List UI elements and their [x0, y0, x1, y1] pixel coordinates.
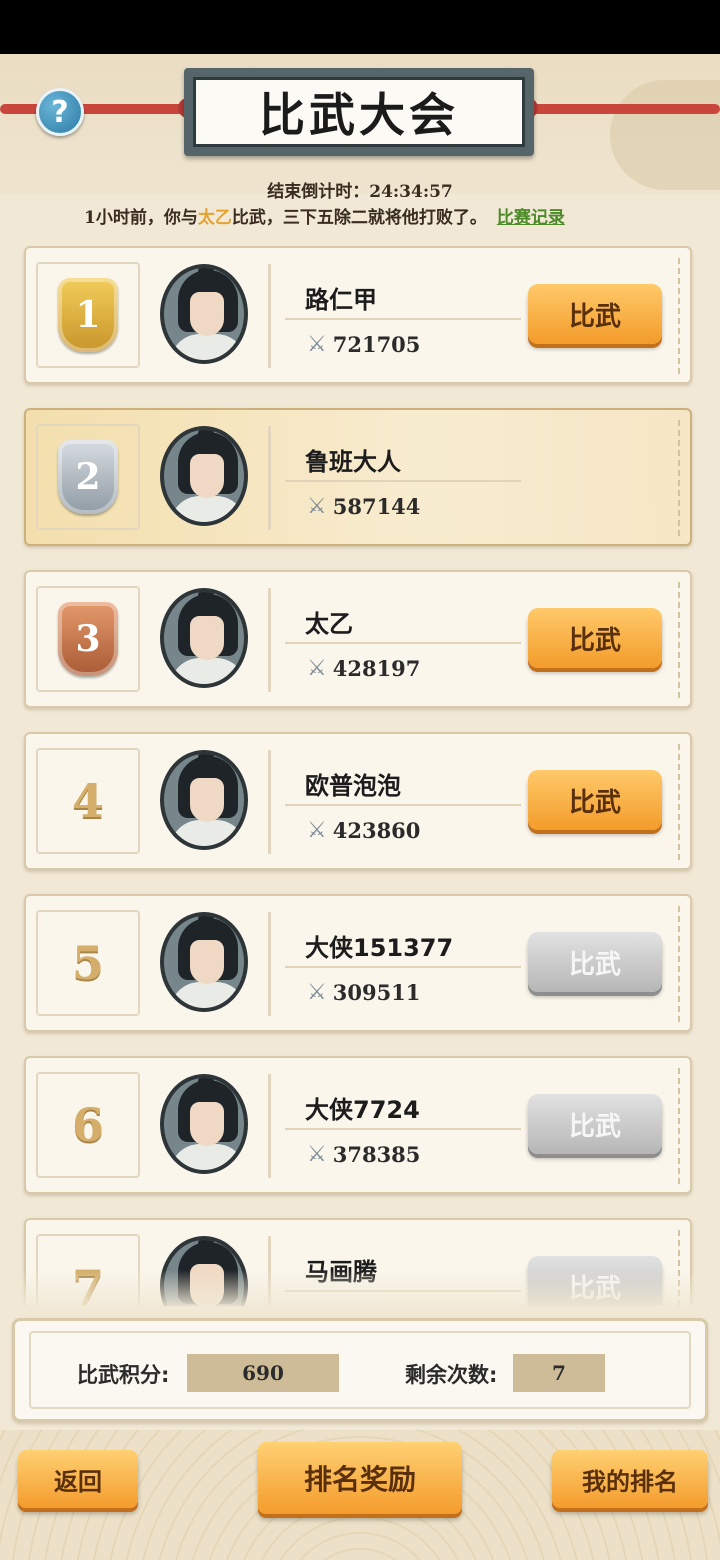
crossed-swords-icon: ⚔ — [307, 655, 327, 681]
rank-box: 4 — [36, 748, 140, 854]
player-name: 大侠7724 — [305, 1096, 420, 1124]
ranking-row: 4 欧普泡泡 ⚔ 423860 比武 — [24, 732, 692, 870]
gold-medal-icon: 1 — [58, 278, 118, 352]
stats-panel: 比武积分: 690 剩余次数: 7 — [12, 1318, 708, 1422]
ranking-rewards-button[interactable]: 排名奖励 — [258, 1442, 462, 1514]
avatar[interactable] — [160, 264, 248, 364]
player-name: 鲁班大人 — [305, 448, 401, 476]
player-name: 大侠151377 — [305, 934, 454, 962]
my-rank-button[interactable]: 我的排名 — [552, 1450, 708, 1508]
rank-number: 2 — [75, 456, 101, 498]
card-edge-decoration — [678, 258, 692, 374]
fight-button[interactable]: 比武 — [528, 608, 662, 668]
crossed-swords-icon: ⚔ — [307, 493, 327, 519]
name-panel: 太乙 ⚔ 428197 — [268, 588, 522, 692]
card-edge-decoration — [678, 906, 692, 1022]
crossed-swords-icon: ⚔ — [307, 1141, 327, 1167]
match-record-link[interactable]: 比赛记录 — [497, 208, 565, 228]
combat-power: ⚔ 428197 — [307, 656, 420, 681]
remaining-value: 7 — [513, 1354, 605, 1392]
ranking-row: 6 大侠7724 ⚔ 378385 比武 — [24, 1056, 692, 1194]
ranking-row: 5 大侠151377 ⚔ 309511 比武 — [24, 894, 692, 1032]
card-edge-decoration — [678, 744, 692, 860]
combat-power: ⚔ 423860 — [307, 818, 420, 843]
rank-number: 5 — [71, 936, 104, 990]
combat-power: ⚔ 378385 — [307, 1142, 420, 1167]
title-inner: 比武大会 — [193, 77, 525, 147]
rank-number: 4 — [71, 774, 104, 828]
power-value: 587144 — [332, 494, 421, 519]
rank-number: 6 — [71, 1098, 104, 1152]
rank-number: 1 — [75, 294, 101, 336]
rank-number: 3 — [75, 618, 101, 660]
name-panel: 欧普泡泡 ⚔ 423860 — [268, 750, 522, 854]
player-name: 欧普泡泡 — [305, 772, 401, 800]
rank-box: 5 — [36, 910, 140, 1016]
score-value: 690 — [187, 1354, 339, 1392]
avatar[interactable] — [160, 750, 248, 850]
title-frame: 比武大会 — [184, 68, 534, 156]
avatar[interactable] — [160, 912, 248, 1012]
name-panel: 路仁甲 ⚔ 721705 — [268, 264, 522, 368]
rank-box: 3 — [36, 586, 140, 692]
question-mark-icon: ? — [51, 94, 69, 130]
ranking-row-self: 2 鲁班大人 ⚔ 587144 — [24, 408, 692, 546]
name-panel: 大侠151377 ⚔ 309511 — [268, 912, 522, 1016]
card-edge-decoration — [678, 582, 692, 698]
countdown-label: 结束倒计时： — [267, 182, 370, 202]
record-suffix: 比武，三下五除二就将他打败了。 — [231, 208, 487, 228]
rank-box: 2 — [36, 424, 140, 530]
card-edge-decoration — [678, 1068, 692, 1184]
ranking-row: 3 太乙 ⚔ 428197 比武 — [24, 570, 692, 708]
list-fade — [0, 1270, 720, 1310]
avatar[interactable] — [160, 426, 248, 526]
power-value: 309511 — [332, 980, 421, 1005]
rank-box: 1 — [36, 262, 140, 368]
name-panel: 大侠7724 ⚔ 378385 — [268, 1074, 522, 1178]
ranking-row: 1 路仁甲 ⚔ 721705 比武 — [24, 246, 692, 384]
crossed-swords-icon: ⚔ — [307, 331, 327, 357]
avatar[interactable] — [160, 1074, 248, 1174]
fight-button[interactable]: 比武 — [528, 770, 662, 830]
rank-box: 6 — [36, 1072, 140, 1178]
player-name: 太乙 — [305, 610, 353, 638]
crossed-swords-icon: ⚔ — [307, 817, 327, 843]
rope-left-decoration — [0, 104, 200, 114]
score-label: 比武积分: — [77, 1363, 170, 1387]
crossed-swords-icon: ⚔ — [307, 979, 327, 1005]
record-opponent: 太乙 — [197, 208, 232, 228]
card-edge-decoration — [678, 420, 692, 536]
fight-button[interactable]: 比武 — [528, 284, 662, 344]
name-panel: 鲁班大人 ⚔ 587144 — [268, 426, 522, 530]
bronze-medal-icon: 3 — [58, 602, 118, 676]
ranking-list[interactable]: 1 路仁甲 ⚔721705 比武 2 鲁班大人 ⚔587144 3 太乙 ⚔ — [0, 246, 720, 1306]
combat-power: ⚔ 587144 — [307, 494, 420, 519]
power-value: 423860 — [332, 818, 421, 843]
status-bar — [0, 0, 720, 54]
record-prefix: 1小时前，你与 — [84, 208, 198, 228]
cloud-decoration — [610, 80, 720, 190]
power-value: 721705 — [332, 332, 421, 357]
silver-medal-icon: 2 — [58, 440, 118, 514]
power-value: 428197 — [332, 656, 421, 681]
fight-button-disabled[interactable]: 比武 — [528, 932, 662, 992]
countdown: 结束倒计时：24:34:57 — [0, 177, 720, 202]
remaining-label: 剩余次数: — [405, 1363, 498, 1387]
power-value: 378385 — [332, 1142, 421, 1167]
help-button[interactable]: ? — [36, 88, 84, 136]
combat-power: ⚔ 721705 — [307, 332, 420, 357]
last-battle-record: 1小时前，你与太乙比武，三下五除二就将他打败了。 比赛记录 — [84, 203, 684, 228]
page-title: 比武大会 — [259, 88, 459, 142]
rope-right-decoration — [520, 104, 720, 114]
fight-button-disabled[interactable]: 比武 — [528, 1094, 662, 1154]
back-button[interactable]: 返回 — [18, 1450, 138, 1508]
combat-power: ⚔ 309511 — [307, 980, 420, 1005]
countdown-value: 24:34:57 — [369, 182, 453, 202]
avatar[interactable] — [160, 588, 248, 688]
player-name: 路仁甲 — [305, 286, 377, 314]
